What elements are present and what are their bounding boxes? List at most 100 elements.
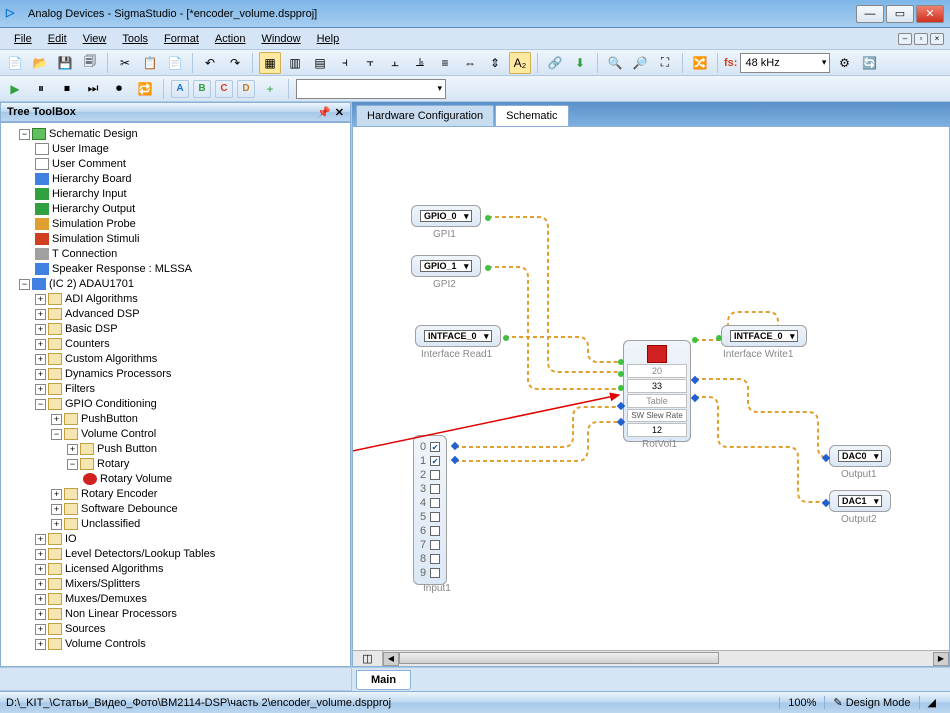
expand-toggle[interactable]: −	[67, 459, 78, 470]
block-interface-read[interactable]: INTFACE_0	[415, 325, 501, 347]
block-dac0[interactable]: DAC0	[829, 445, 891, 467]
expand-toggle[interactable]: +	[35, 624, 46, 635]
pin-in[interactable]	[618, 359, 624, 365]
hspace-icon[interactable]: ⇔	[459, 52, 481, 74]
block-rotvol[interactable]: 20 33 Table SW Slew Rate 12	[623, 340, 691, 442]
menu-window[interactable]: Window	[253, 31, 308, 47]
pin-in[interactable]	[618, 385, 624, 391]
align-left-icon[interactable]: ⫞	[334, 52, 356, 74]
dac0-dropdown[interactable]: DAC0	[838, 450, 882, 462]
tree-item[interactable]: Level Detectors/Lookup Tables	[65, 548, 215, 560]
tree-item[interactable]: Sources	[65, 623, 105, 635]
tree-item-hierarchy-board[interactable]: Hierarchy Board	[52, 173, 131, 185]
block-input[interactable]: 0✔ 1✔ 2 3 4 5 6 7 8 9	[413, 435, 447, 585]
expand-toggle[interactable]: −	[51, 429, 62, 440]
copy-button[interactable]: 📋	[139, 52, 161, 74]
pin-out[interactable]	[451, 442, 459, 450]
input-checkbox-6[interactable]	[430, 526, 440, 536]
expand-toggle[interactable]: +	[35, 534, 46, 545]
tree-item-sim-stimuli[interactable]: Simulation Stimuli	[52, 233, 139, 245]
tree-item-pushbutton[interactable]: PushButton	[81, 413, 138, 425]
gpio1-dropdown[interactable]: GPIO_1	[420, 260, 472, 272]
pin-icon[interactable]: 📌	[317, 106, 331, 119]
block-gpio1[interactable]: GPIO_1	[411, 255, 481, 277]
pause-button[interactable]: ⏸	[30, 78, 52, 100]
input-checkbox-7[interactable]	[430, 540, 440, 550]
vspace-icon[interactable]: ⇕	[484, 52, 506, 74]
pin-in[interactable]	[618, 371, 624, 377]
tree-item[interactable]: Volume Controls	[65, 638, 146, 650]
input-checkbox-2[interactable]	[430, 470, 440, 480]
tree-ic-node[interactable]: (IC 2) ADAU1701	[49, 278, 134, 290]
pin-out[interactable]	[451, 456, 459, 464]
zoom-fit-icon[interactable]: ⛶	[654, 52, 676, 74]
paste-button[interactable]: 📄	[164, 52, 186, 74]
layout-icon[interactable]: ▥	[284, 52, 306, 74]
step-button[interactable]: ⏭	[82, 78, 104, 100]
scroll-left-button[interactable]: ◀	[383, 652, 399, 666]
layout2-icon[interactable]: ▤	[309, 52, 331, 74]
tree-item[interactable]: Unclassified	[81, 518, 140, 530]
align-bottom-icon[interactable]: ⫡	[409, 52, 431, 74]
expand-toggle[interactable]: +	[51, 414, 62, 425]
variant-d-button[interactable]: D	[237, 80, 255, 98]
status-zoom[interactable]: 100%	[779, 697, 824, 709]
pin-out[interactable]	[485, 215, 491, 221]
expand-toggle[interactable]: +	[35, 309, 46, 320]
download-button[interactable]: ⬇	[569, 52, 591, 74]
pin-out[interactable]	[485, 265, 491, 271]
expand-toggle[interactable]: +	[35, 294, 46, 305]
sample-rate-dropdown[interactable]: 48 kHz	[740, 53, 830, 73]
align-center-icon[interactable]: ≡	[434, 52, 456, 74]
grid-icon[interactable]: ▦	[259, 52, 281, 74]
rotvol-table-button[interactable]: Table	[627, 394, 687, 408]
expand-toggle[interactable]: +	[51, 489, 62, 500]
tree-item-sim-probe[interactable]: Simulation Probe	[52, 218, 136, 230]
menu-tools[interactable]: Tools	[114, 31, 156, 47]
tree-item[interactable]: Software Debounce	[81, 503, 178, 515]
expand-toggle[interactable]: +	[35, 549, 46, 560]
tree-item-hierarchy-input[interactable]: Hierarchy Input	[52, 188, 127, 200]
expand-toggle[interactable]: +	[35, 579, 46, 590]
mdi-minimize-button[interactable]: –	[898, 33, 912, 45]
sheet-tab-main[interactable]: Main	[356, 670, 411, 690]
zoom-in-icon[interactable]: 🔍	[604, 52, 626, 74]
scroll-thumb[interactable]	[399, 652, 719, 664]
tree-item-user-comment[interactable]: User Comment	[52, 158, 126, 170]
variant-c-button[interactable]: C	[215, 80, 233, 98]
tree-item[interactable]: Filters	[65, 383, 95, 395]
expand-toggle[interactable]: +	[51, 504, 62, 515]
close-button[interactable]: ✕	[916, 5, 944, 23]
tab-schematic[interactable]: Schematic	[495, 105, 568, 126]
refresh-icon[interactable]: 🔄	[858, 52, 880, 74]
tree-item[interactable]: IO	[65, 533, 77, 545]
expand-toggle[interactable]: −	[19, 129, 30, 140]
expand-toggle[interactable]: +	[35, 639, 46, 650]
new-button[interactable]: 📄	[4, 52, 26, 74]
expand-toggle[interactable]: +	[35, 594, 46, 605]
save-all-button[interactable]: 🗐	[79, 52, 101, 74]
link-compile-button[interactable]: 🔗	[544, 52, 566, 74]
add-variant-button[interactable]: +	[259, 78, 281, 100]
redo-button[interactable]: ↷	[224, 52, 246, 74]
record-button[interactable]: ⏺	[108, 78, 130, 100]
tree-item[interactable]: Basic DSP	[65, 323, 118, 335]
tree-item[interactable]: Custom Algorithms	[65, 353, 157, 365]
run-button[interactable]: ▶	[4, 78, 26, 100]
tree-toolbox[interactable]: −Schematic Design User Image User Commen…	[0, 122, 351, 667]
expand-toggle[interactable]: +	[35, 354, 46, 365]
input-checkbox-4[interactable]	[430, 498, 440, 508]
loop-button[interactable]: 🔁	[134, 78, 156, 100]
input-checkbox-3[interactable]	[430, 484, 440, 494]
block-dac1[interactable]: DAC1	[829, 490, 891, 512]
menu-help[interactable]: Help	[309, 31, 348, 47]
menu-view[interactable]: View	[75, 31, 115, 47]
align-top-icon[interactable]: ⫠	[384, 52, 406, 74]
mdi-restore-button[interactable]: ▫	[914, 33, 928, 45]
tree-item[interactable]: Licensed Algorithms	[65, 563, 163, 575]
pin-out[interactable]	[691, 376, 699, 384]
pin-out[interactable]	[503, 335, 509, 341]
expand-toggle[interactable]: +	[35, 369, 46, 380]
tree-item[interactable]: Rotary Encoder	[81, 488, 157, 500]
resize-grip-icon[interactable]: ◢	[919, 696, 944, 709]
